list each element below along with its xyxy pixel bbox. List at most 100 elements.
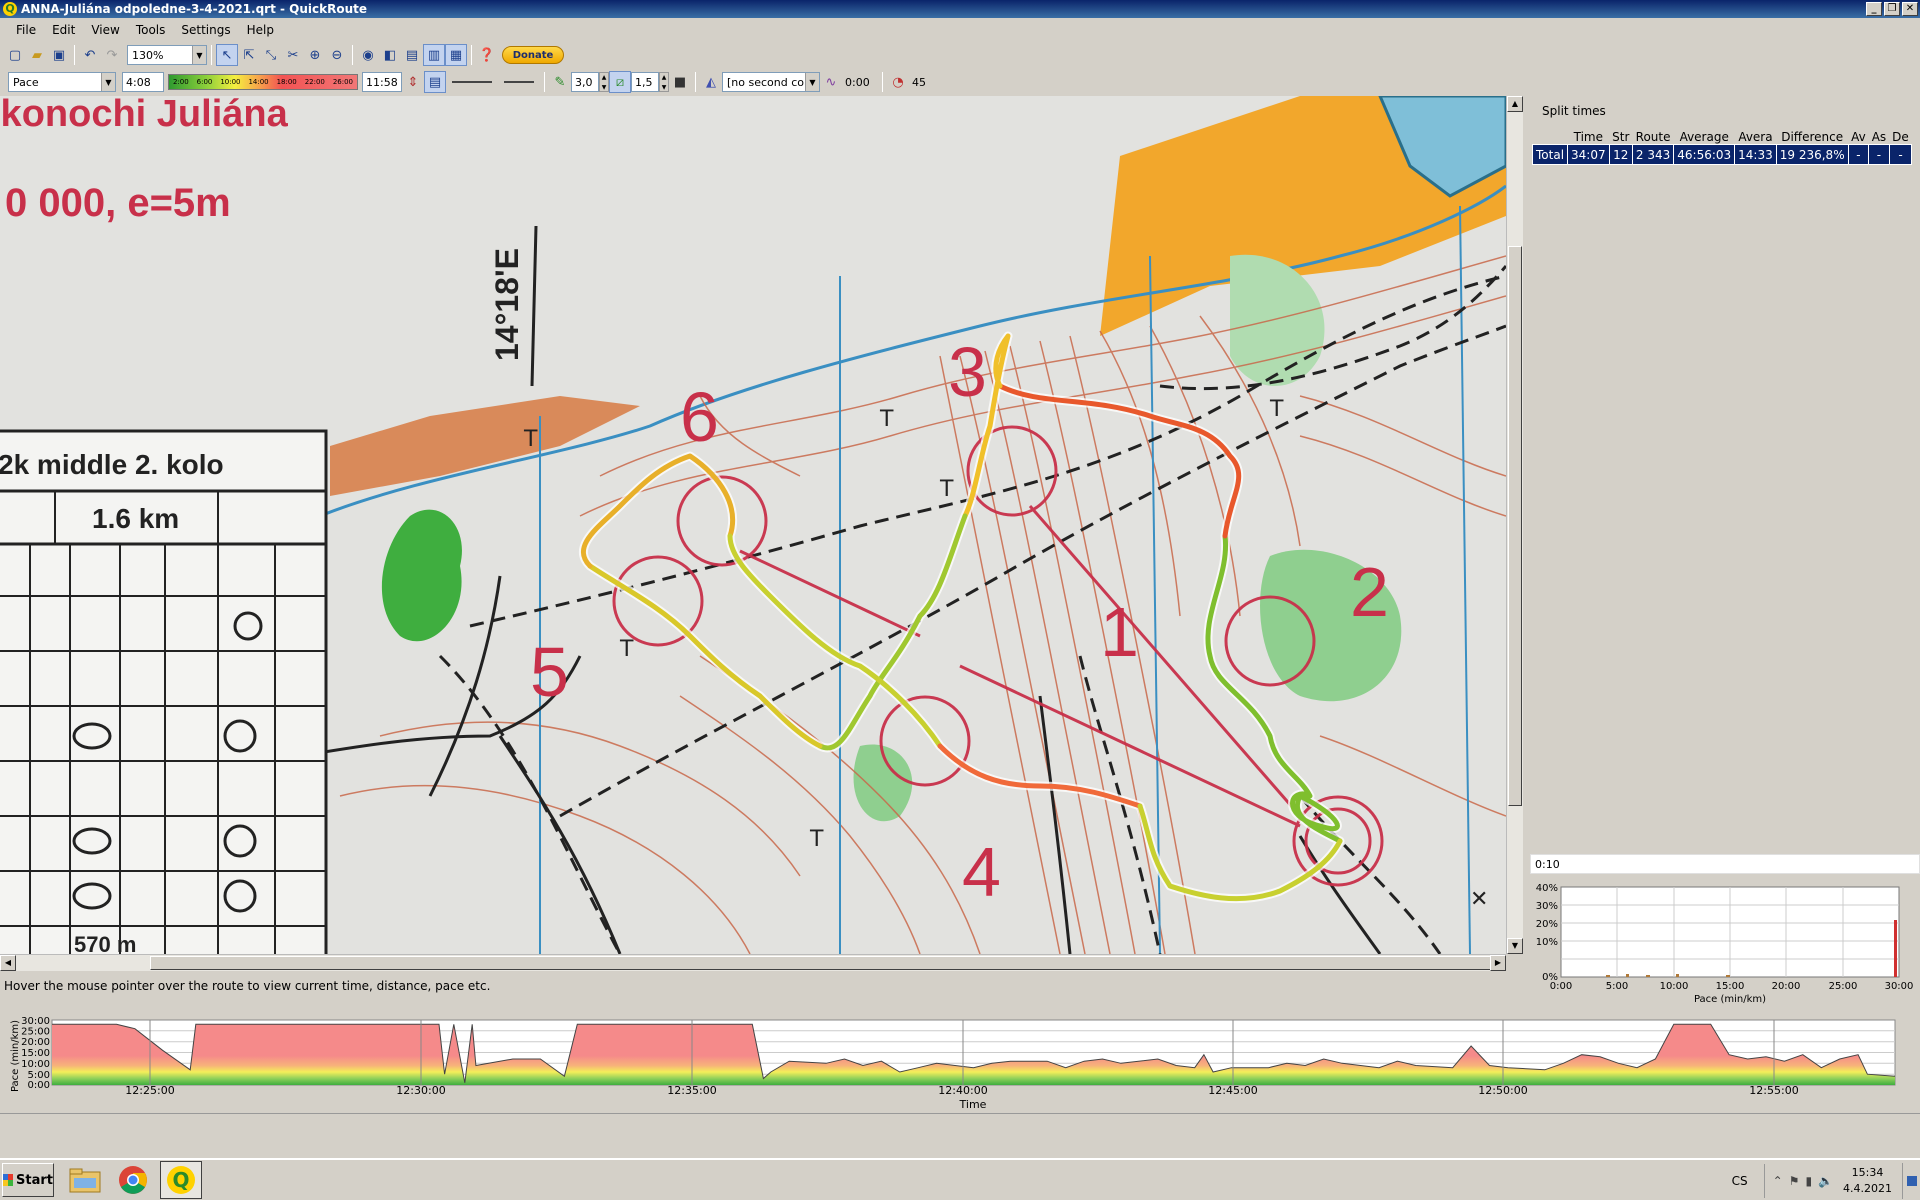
network-icon[interactable]: ▮ [1805, 1174, 1812, 1188]
redo-icon[interactable]: ↷ [101, 44, 123, 66]
circle-time-icon[interactable]: ◔ [887, 71, 909, 93]
menu-view[interactable]: View [83, 23, 127, 37]
bottom-panel-toggle-icon[interactable]: ▦ [445, 44, 467, 66]
minimize-button[interactable]: _ [1866, 2, 1882, 16]
color-mode-select[interactable]: Pace ▼ [8, 72, 116, 92]
second-color-select[interactable]: [no second color ▼ [722, 72, 820, 92]
column-header[interactable]: Average [1674, 130, 1735, 145]
gradient-tick: 14:00 [248, 78, 269, 86]
column-header[interactable]: As [1869, 130, 1889, 145]
chrome-icon [119, 1166, 147, 1194]
right-panel-toggle-icon[interactable]: ▥ [423, 44, 445, 66]
cut-tool-icon[interactable]: ✂ [282, 44, 304, 66]
map-canvas[interactable]: T T T T T T ✕ ikonochi Juliána 0 000, e=… [0, 96, 1506, 954]
histogram-x-label: Pace (min/km) [1694, 994, 1766, 1005]
pointer-tool-icon[interactable]: ↖ [216, 44, 238, 66]
clock[interactable]: 15:34 4.4.2021 [1843, 1165, 1892, 1197]
scroll-up-icon[interactable]: ▲ [1507, 96, 1523, 112]
route-line-icon[interactable]: ✎ [549, 71, 571, 93]
chevron-down-icon: ▼ [805, 73, 819, 91]
vertical-scroll-thumb[interactable] [1508, 246, 1522, 806]
line-width-input[interactable]: 3,0 [571, 72, 599, 92]
adjust-route-tool-icon[interactable]: ⇱ [238, 44, 260, 66]
language-indicator[interactable]: CS [1732, 1174, 1748, 1188]
column-header[interactable]: Avera [1735, 130, 1777, 145]
map-vertical-scrollbar[interactable]: ▲ ▼ [1506, 96, 1523, 954]
clock-time: 15:34 [1851, 1166, 1884, 1179]
color-gradient-slider[interactable]: 2:00 6:00 10:00 14:00 18:00 22:00 26:00 [168, 74, 358, 90]
desktop-icon [1906, 1176, 1917, 1186]
menu-tools[interactable]: Tools [128, 23, 174, 37]
table-cell: 14:33 [1734, 144, 1777, 165]
help-icon[interactable]: ❓ [476, 44, 498, 66]
circle-time-radius-value[interactable]: 45 [909, 72, 939, 92]
mask-toggle-icon[interactable]: ⧄ [609, 71, 631, 93]
show-hidden-icons-icon[interactable]: ⌃ [1773, 1174, 1783, 1188]
split-view-icon[interactable]: ▤ [401, 44, 423, 66]
donate-button[interactable]: Donate [502, 46, 564, 64]
export-icon[interactable]: ◧ [379, 44, 401, 66]
menu-settings[interactable]: Settings [173, 23, 238, 37]
show-desktop-button[interactable] [1902, 1163, 1920, 1199]
histogram-y-tick: 40% [1536, 883, 1558, 894]
table-cell: 12 [1608, 144, 1633, 165]
column-header[interactable]: Difference [1776, 130, 1848, 145]
column-header[interactable]: Time [1568, 130, 1610, 145]
menu-help[interactable]: Help [239, 23, 282, 37]
gradient-high-input[interactable]: 11:58 [362, 72, 402, 92]
table-cell: Total [1531, 144, 1569, 165]
horizontal-scroll-thumb[interactable] [150, 956, 1500, 970]
quickroute-taskbar-button[interactable]: Q [160, 1161, 202, 1199]
clock-date: 4.4.2021 [1843, 1182, 1892, 1195]
map-horizontal-scrollbar[interactable]: ◀ ▶ [0, 954, 1506, 971]
mask-width-spinner[interactable]: ▲ ▼ [659, 72, 669, 92]
close-button[interactable]: ✕ [1902, 2, 1918, 16]
smoothing-icon[interactable]: ∿ [820, 71, 842, 93]
gradient-low-input[interactable]: 4:08 [122, 72, 164, 92]
split-times-table[interactable]: Time Str Route Average Avera Difference … [1531, 130, 1913, 165]
scroll-left-icon[interactable]: ◀ [0, 955, 16, 971]
undo-icon[interactable]: ↶ [79, 44, 101, 66]
auto-adjust-icon[interactable]: ⇕ [402, 71, 424, 93]
explorer-taskbar-button[interactable] [64, 1161, 106, 1199]
pace-x-label: Time [959, 1098, 987, 1111]
zoom-route-tool-icon[interactable]: ⤡ [260, 44, 282, 66]
line-width-spinner[interactable]: ▲ ▼ [599, 72, 609, 92]
save-icon[interactable]: ▣ [48, 44, 70, 66]
zoom-out-icon[interactable]: ⊖ [326, 44, 348, 66]
scroll-right-icon[interactable]: ▶ [1490, 955, 1506, 971]
histogram-interval-input[interactable]: 0:10 [1530, 854, 1920, 874]
mask-color-icon[interactable]: ■ [669, 71, 691, 93]
zoom-in-icon[interactable]: ⊕ [304, 44, 326, 66]
menu-edit[interactable]: Edit [44, 23, 83, 37]
control-number-1: 1 [1100, 593, 1139, 671]
chrome-taskbar-button[interactable] [112, 1161, 154, 1199]
pace-line-graph[interactable]: 30:00 25:00 20:00 15:00 10:00 5:00 0:00 … [0, 1012, 1920, 1112]
column-header[interactable]: Route [1632, 130, 1673, 145]
second-color-icon[interactable]: ◭ [700, 71, 722, 93]
menu-file[interactable]: File [8, 23, 44, 37]
smoothing-value[interactable]: 0:00 [842, 72, 878, 92]
volume-icon[interactable]: 🔈 [1818, 1174, 1833, 1188]
action-center-flag-icon[interactable]: ⚑ [1789, 1174, 1800, 1188]
svg-text:T: T [809, 827, 824, 852]
line-width-slider[interactable] [504, 81, 534, 83]
zoom-select[interactable]: 130% ▼ [127, 45, 207, 65]
google-earth-icon[interactable]: ◉ [357, 44, 379, 66]
meridian-label: 14°18'E [489, 248, 525, 361]
new-file-icon[interactable]: ▢ [4, 44, 26, 66]
transparency-slider[interactable] [452, 81, 492, 83]
scroll-down-icon[interactable]: ▼ [1507, 938, 1523, 954]
column-header[interactable]: Av [1848, 130, 1869, 145]
pace-y-tick: 30:00 [21, 1016, 50, 1027]
table-row[interactable]: Total 34:07 12 2 343 46:56:03 14:33 19 2… [1531, 144, 1913, 165]
column-header[interactable]: De [1889, 130, 1912, 145]
main-toolbar: ▢ ▰ ▣ ↶ ↷ 130% ▼ ↖ ⇱ ⤡ ✂ ⊕ ⊖ ◉ ◧ ▤ ▥ ▦ ❓ … [0, 42, 1920, 68]
start-button[interactable]: Start [2, 1163, 54, 1197]
open-folder-icon[interactable]: ▰ [26, 44, 48, 66]
maximize-button[interactable]: ❐ [1884, 2, 1900, 16]
map-scale-text: 0 000, e=5m [5, 181, 231, 225]
color-range-icon[interactable]: ▤ [424, 71, 446, 93]
mask-width-input[interactable]: 1,5 [631, 72, 659, 92]
column-header[interactable]: Str [1609, 130, 1632, 145]
